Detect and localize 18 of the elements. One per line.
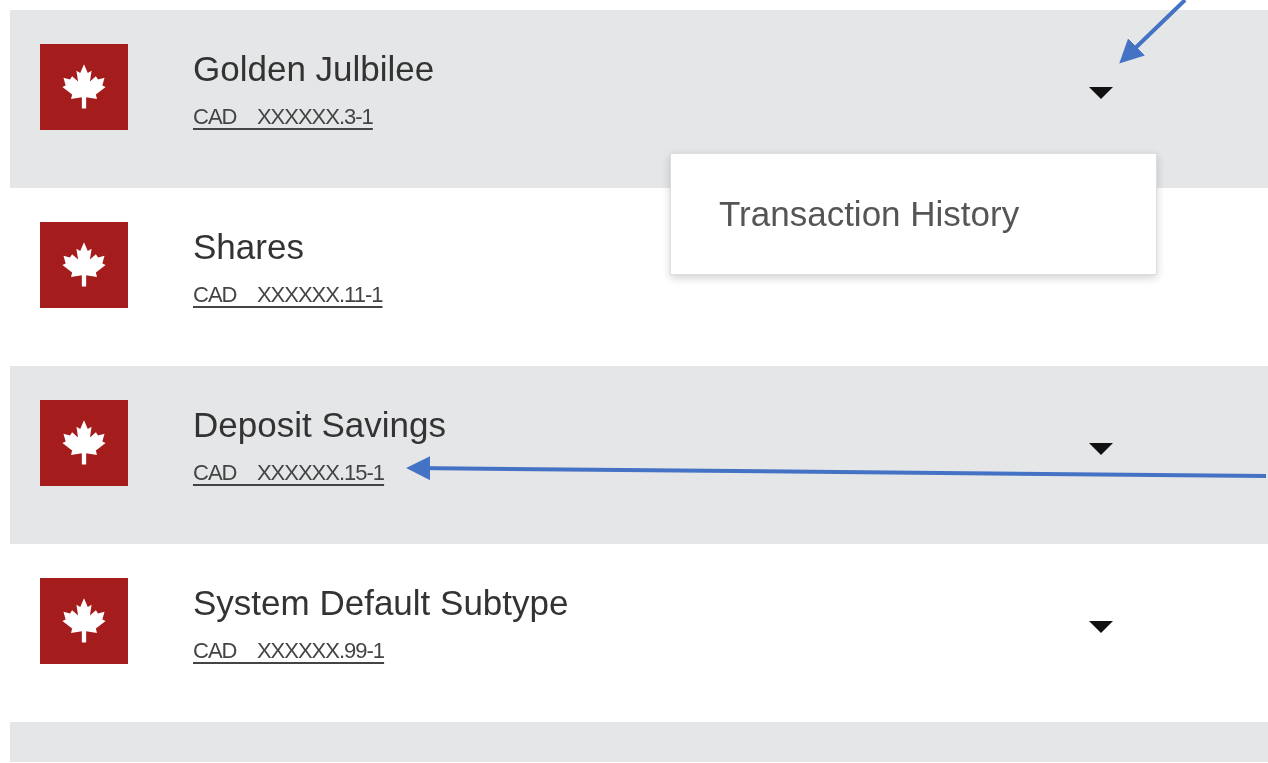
account-number-link[interactable]: CAD XXXXXX.15-1 (193, 456, 385, 489)
account-number-link[interactable]: CAD XXXXXX.11-1 (193, 278, 383, 311)
account-row[interactable]: Golden Julbilee CAD XXXXXX.3-1 (10, 10, 1268, 188)
account-row[interactable]: Deposit Savings CAD XXXXXX.15-1 (10, 366, 1268, 544)
maple-leaf-icon (40, 400, 128, 486)
account-number-link[interactable]: CAD XXXXXX.99-1 (193, 634, 385, 667)
account-name: Deposit Savings (193, 404, 446, 446)
maple-leaf-icon (40, 44, 128, 130)
maple-leaf-icon (40, 222, 128, 308)
account-name: System Default Subtype (193, 582, 569, 624)
menu-item[interactable]: Transaction History (719, 187, 1020, 241)
account-name: Shares (193, 226, 305, 268)
maple-leaf-icon (40, 578, 128, 664)
dropdown-caret-icon[interactable] (1088, 620, 1114, 634)
dropdown-caret-icon[interactable] (1088, 86, 1114, 100)
account-name: Golden Julbilee (193, 48, 435, 90)
dropdown-caret-icon[interactable] (1088, 442, 1114, 456)
account-number-link[interactable]: CAD XXXXXX.3-1 (193, 100, 373, 133)
